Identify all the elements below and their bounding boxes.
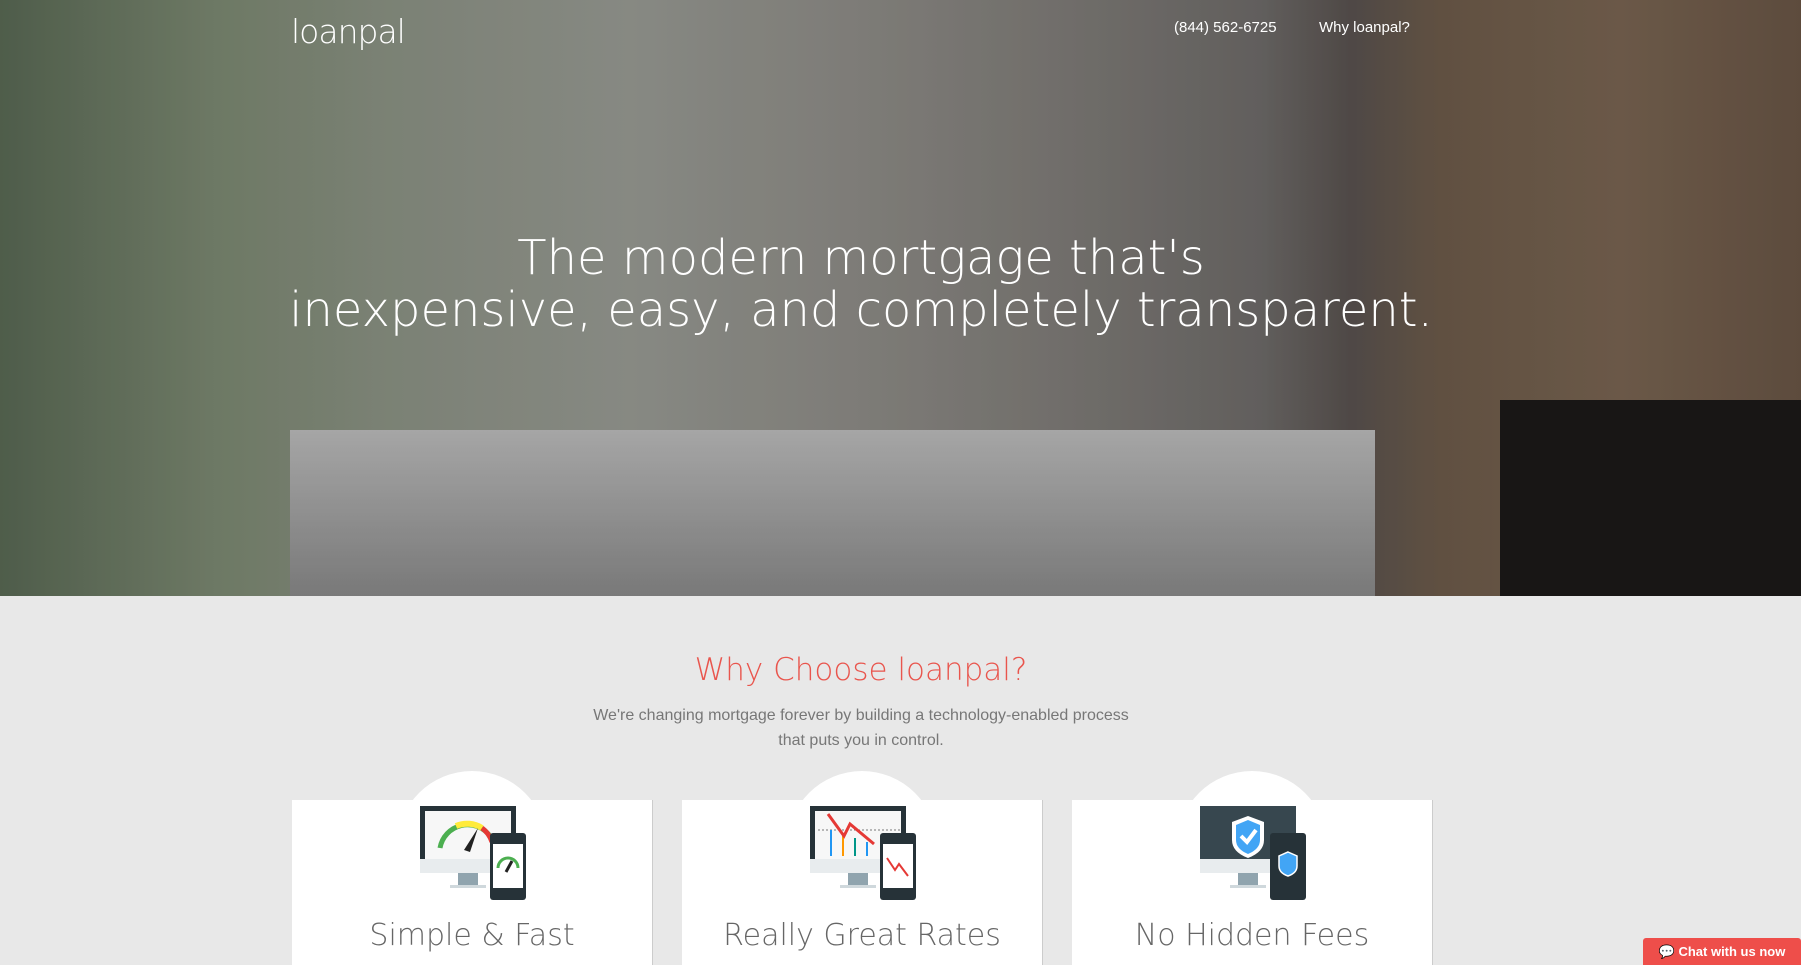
headline-line-1: The modern mortgage that's bbox=[517, 230, 1205, 286]
headline-line-2: inexpensive, easy, and completely transp… bbox=[289, 282, 1433, 338]
feature-title: No Hidden Fees bbox=[1134, 918, 1370, 953]
logo[interactable]: loanpal bbox=[291, 12, 406, 51]
speedometer-devices-icon bbox=[420, 806, 526, 900]
section-title: Why Choose loanpal? bbox=[694, 652, 1028, 688]
section-subtitle: We're changing mortgage forever by build… bbox=[0, 703, 1722, 753]
feature-card-simple-fast: Simple & Fast bbox=[292, 800, 653, 965]
subtitle-line-2: that puts you in control. bbox=[778, 732, 944, 749]
why-loanpal-link[interactable]: Why loanpal? bbox=[1319, 19, 1410, 36]
subtitle-line-1: We're changing mortgage forever by build… bbox=[593, 707, 1129, 724]
chat-label: Chat with us now bbox=[1678, 944, 1786, 959]
falling-chart-devices-icon bbox=[810, 806, 916, 900]
chat-button[interactable]: 💬 Chat with us now bbox=[1643, 938, 1801, 965]
feature-title: Simple & Fast bbox=[369, 918, 575, 953]
feature-card-no-hidden-fees: No Hidden Fees bbox=[1072, 800, 1433, 965]
speech-bubble-icon: 💬 bbox=[1658, 944, 1679, 959]
hero-headline: The modern mortgage that's inexpensive, … bbox=[0, 232, 1722, 336]
feature-card-great-rates: Really Great Rates bbox=[682, 800, 1043, 965]
phone-link[interactable]: (844) 562-6725 bbox=[1174, 19, 1277, 36]
shield-check-devices-icon bbox=[1200, 806, 1306, 900]
feature-title: Really Great Rates bbox=[723, 918, 1001, 953]
